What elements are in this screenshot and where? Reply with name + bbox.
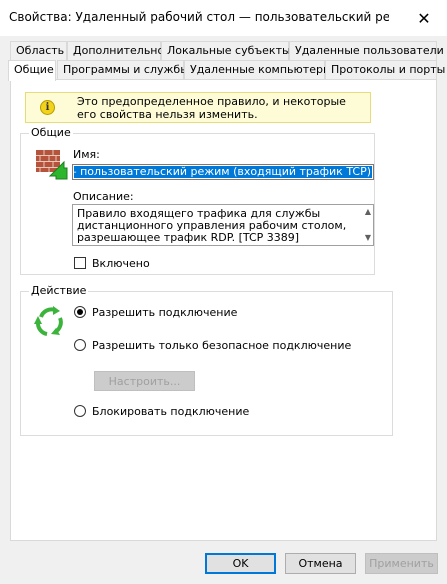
- general-group-label: Общие: [29, 126, 73, 139]
- description-label: Описание:: [73, 190, 134, 203]
- apply-button[interactable]: Применить: [365, 553, 438, 574]
- close-icon: ✕: [417, 8, 431, 28]
- tab-advanced[interactable]: Дополнительно: [67, 41, 164, 60]
- info-bar: i Это предопределенное правило, и некото…: [25, 92, 371, 123]
- tab-general[interactable]: Общие: [8, 60, 56, 81]
- tab-local-principals[interactable]: Локальные субъекты: [161, 41, 291, 60]
- allow-secure-label: Разрешить только безопасное подключение: [92, 339, 352, 352]
- tab-remote-users[interactable]: Удаленные пользователи: [289, 41, 444, 60]
- info-text: Это предопределенное правило, и некоторы…: [77, 95, 346, 121]
- description-scrollbar[interactable]: ▲ ▼: [363, 205, 373, 245]
- allow-connection-label: Разрешить подключение: [92, 306, 238, 319]
- allow-secure-radio[interactable]: [74, 339, 86, 351]
- action-refresh-icon: [33, 305, 67, 339]
- description-value: Правило входящего трафика для службы дис…: [77, 207, 347, 244]
- allow-connection-radio[interactable]: [74, 306, 86, 318]
- window-title: Свойства: Удаленный рабочий стол — польз…: [9, 10, 389, 24]
- tab-programs-services[interactable]: Программы и службы: [57, 60, 189, 79]
- block-connection-radio[interactable]: [74, 405, 86, 417]
- title-bar: Свойства: Удаленный рабочий стол — польз…: [0, 0, 447, 36]
- ok-button[interactable]: OK: [205, 553, 276, 574]
- scroll-down-icon[interactable]: ▼: [364, 234, 372, 242]
- name-label: Имя:: [73, 148, 100, 161]
- info-icon: i: [40, 100, 55, 115]
- tab-scope[interactable]: Область: [10, 41, 67, 60]
- firewall-rule-icon: [34, 146, 68, 180]
- block-connection-label: Блокировать подключение: [92, 405, 250, 418]
- scroll-up-icon[interactable]: ▲: [364, 208, 372, 216]
- tab-remote-computers[interactable]: Удаленные компьютеры: [184, 60, 332, 79]
- properties-dialog: Свойства: Удаленный рабочий стол — польз…: [0, 0, 447, 584]
- customize-button[interactable]: Настроить...: [94, 371, 195, 391]
- cancel-button[interactable]: Отмена: [285, 553, 356, 574]
- name-field[interactable]: Удаленный рабочий стол – пользовательски…: [72, 164, 374, 180]
- name-value: Удаленный рабочий стол – пользовательски…: [73, 166, 372, 178]
- action-group-label: Действие: [29, 284, 89, 297]
- enabled-label: Включено: [92, 257, 150, 270]
- enabled-checkbox[interactable]: [74, 257, 86, 269]
- close-button[interactable]: ✕: [401, 0, 447, 36]
- description-field[interactable]: Правило входящего трафика для службы дис…: [72, 204, 374, 246]
- tab-protocols-ports[interactable]: Протоколы и порты: [325, 60, 445, 79]
